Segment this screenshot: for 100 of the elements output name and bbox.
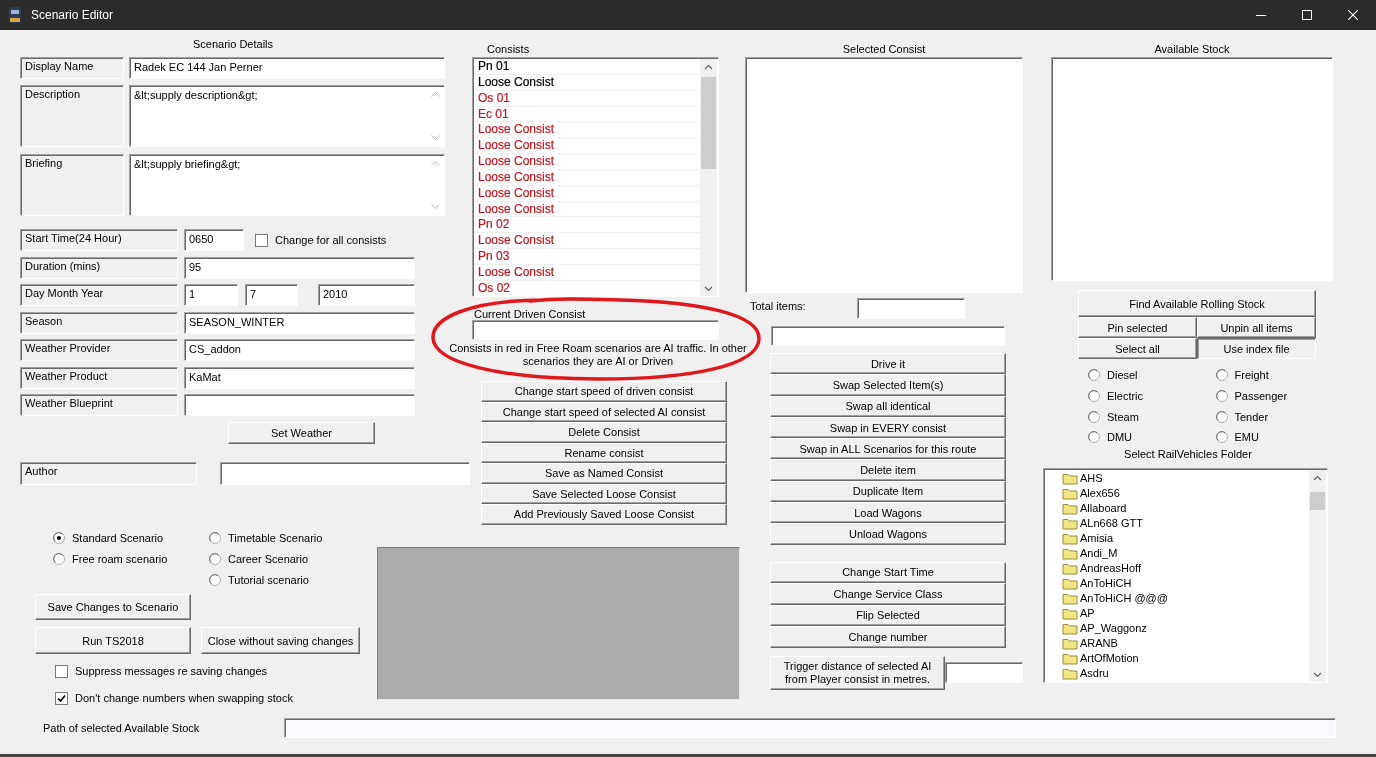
section-heading: Select RailVehicles Folder	[1123, 447, 1253, 462]
radio-button[interactable]: Career Scenario	[209, 548, 359, 569]
text-field[interactable]	[771, 326, 1005, 346]
field-label: Weather Product	[20, 366, 178, 389]
text-field[interactable]: 95	[184, 256, 415, 279]
folder-icon	[1062, 531, 1078, 545]
action-button[interactable]: Delete Consist	[481, 422, 727, 443]
maximize-icon[interactable]	[1302, 10, 1312, 20]
list-box[interactable]: Pn 01 Loose Consist Os 01 Ec 01 Loose Consist Loose Consist Loose Consist Loose Consist Loose Consist Loose Consist Pn 02 Loose Consist Pn 03 Loose Consist Os 02	[472, 57, 719, 297]
radio-button[interactable]: Diesel	[1088, 365, 1216, 386]
tool-button[interactable]: Pin selected	[1078, 317, 1197, 338]
text-field[interactable]: KaMat	[184, 366, 415, 389]
folder-item[interactable]: Andi_M	[1062, 545, 1327, 561]
text-field[interactable]	[945, 661, 1023, 683]
radio-button[interactable]: Tutorial scenario	[209, 569, 359, 590]
text-field[interactable]: CS_addon	[184, 339, 415, 361]
window-title: Scenario Editor	[31, 8, 115, 22]
field-label: Description	[20, 85, 124, 147]
action-button[interactable]: Duplicate Item	[770, 480, 1006, 503]
text-field[interactable]: 2010	[318, 284, 415, 306]
text-field[interactable]: 7	[245, 284, 298, 306]
text-field[interactable]	[472, 320, 719, 340]
scrollbar[interactable]	[1309, 469, 1326, 682]
save-button[interactable]: Save Changes to Scenario	[35, 594, 191, 620]
action-button[interactable]: Change number	[770, 626, 1006, 648]
action-button[interactable]: Swap Selected Item(s)	[770, 374, 1006, 396]
action-button[interactable]: Drive it	[770, 353, 1006, 375]
checkbox[interactable]: Don't change numbers when swapping stock	[55, 690, 377, 706]
radio-button[interactable]: Standard Scenario	[53, 527, 209, 548]
action-button[interactable]: Change Start Time	[770, 561, 1006, 584]
action-button[interactable]: Change start speed of driven consist	[481, 381, 727, 402]
section-heading: Scenario Details	[191, 38, 275, 52]
radio-button[interactable]: Free roam scenario	[53, 548, 209, 569]
checkbox[interactable]: Change for all consists	[255, 229, 387, 251]
action-button[interactable]: Swap in EVERY consist	[770, 416, 1006, 439]
field-label: Briefing	[20, 154, 124, 216]
radio-button[interactable]: Steam	[1088, 406, 1216, 428]
text-field[interactable]: SEASON_WINTER	[184, 311, 415, 334]
folder-item[interactable]: AnToHiCH @@@	[1062, 590, 1327, 606]
text-field[interactable]: Radek EC 144 Jan Perner	[129, 57, 445, 79]
folder-item[interactable]: Allaboard	[1062, 500, 1327, 516]
folder-item[interactable]: AndreasHoff	[1062, 560, 1327, 576]
folder-item[interactable]: AP	[1062, 605, 1327, 621]
folder-item[interactable]: Alex656	[1062, 485, 1327, 501]
folder-icon	[1062, 501, 1078, 515]
action-button[interactable]: Save as Named Consist	[481, 463, 727, 484]
field-label: Duration (mins)	[20, 256, 178, 279]
radio-button[interactable]: DMU	[1088, 427, 1216, 448]
scrollbar[interactable]	[700, 59, 717, 296]
action-button[interactable]: Rename consist	[481, 442, 727, 463]
find-stock-button[interactable]: Find Available Rolling Stock	[1078, 290, 1316, 317]
close-button[interactable]: Close without saving changes	[201, 627, 360, 654]
action-button[interactable]: Load Wagons	[770, 502, 1006, 524]
text-field[interactable]: 1	[184, 284, 238, 306]
folder-item[interactable]: ALn668 GTT	[1062, 515, 1327, 531]
folder-item[interactable]: AHS	[1062, 470, 1327, 486]
text-field[interactable]	[220, 461, 470, 485]
text-field[interactable]	[184, 394, 415, 416]
section-heading: Selected Consist	[841, 42, 927, 57]
action-button[interactable]: Add Previously Saved Loose Consist	[481, 504, 727, 525]
field-label: Day Month Year	[20, 284, 178, 306]
set-weather-button[interactable]: Set Weather	[228, 421, 375, 444]
radio-button[interactable]: Passenger	[1215, 385, 1343, 407]
action-button[interactable]: Swap in ALL Scenarios for this route	[770, 438, 1006, 460]
tool-button[interactable]: Use index file	[1197, 338, 1316, 359]
field-label: Season	[20, 311, 178, 334]
folder-item[interactable]: ArtOfMotion	[1062, 650, 1327, 666]
radio-button[interactable]: EMU	[1215, 427, 1343, 448]
folder-icon	[1062, 486, 1078, 500]
radio-button[interactable]: Tender	[1215, 406, 1343, 428]
section-heading: Available Stock	[1153, 42, 1231, 57]
checkbox[interactable]: Suppress messages re saving changes	[55, 663, 377, 679]
folder-item[interactable]: Amisia	[1062, 530, 1327, 546]
folder-item[interactable]: AP_Waggonz	[1062, 620, 1327, 636]
action-button[interactable]: Save Selected Loose Consist	[481, 483, 727, 504]
action-button[interactable]: Delete item	[770, 459, 1006, 481]
action-button[interactable]: Change Service Class	[770, 583, 1006, 605]
folder-icon	[1062, 546, 1078, 560]
text-field[interactable]	[857, 298, 965, 319]
radio-button[interactable]: Timetable Scenario	[209, 527, 359, 548]
run-button[interactable]: Run TS2018	[35, 627, 191, 654]
minimize-icon[interactable]	[1256, 14, 1266, 16]
text-field[interactable]: 0650	[184, 229, 244, 251]
note-text: Consists in red in Free Roam scenarios are AI traffic. In other scenarios they are AI or Driven	[448, 341, 748, 368]
radio-button[interactable]: Electric	[1088, 385, 1216, 407]
radio-button[interactable]: Freight	[1215, 365, 1343, 386]
text-field[interactable]	[284, 718, 1336, 738]
tool-button[interactable]: Select all	[1078, 338, 1197, 359]
folder-item[interactable]: ARANB	[1062, 635, 1327, 651]
tool-button[interactable]: Unpin all items	[1197, 317, 1316, 338]
folder-icon	[1062, 516, 1078, 530]
action-button[interactable]: Change start speed of selected AI consist	[481, 401, 727, 422]
folder-list[interactable]: AHS Alex656 Allaboard ALn668 GTT Amisia Andi_M AndreasHoff AnToHiCH AnToHiCH @@@ AP AP_Waggonz ARANB ArtOfMotion Asdru	[1043, 467, 1328, 683]
action-button[interactable]: Swap all identical	[770, 395, 1006, 417]
close-icon[interactable]	[1348, 10, 1358, 20]
action-button[interactable]: Unload Wagons	[770, 523, 1006, 545]
folder-item[interactable]: Asdru	[1062, 665, 1327, 681]
folder-item[interactable]: AnToHiCH	[1062, 575, 1327, 591]
trigger-distance-button[interactable]: Trigger distance of selected AI from Player consist in metres.	[770, 655, 945, 690]
action-button[interactable]: Flip Selected	[770, 604, 1006, 627]
